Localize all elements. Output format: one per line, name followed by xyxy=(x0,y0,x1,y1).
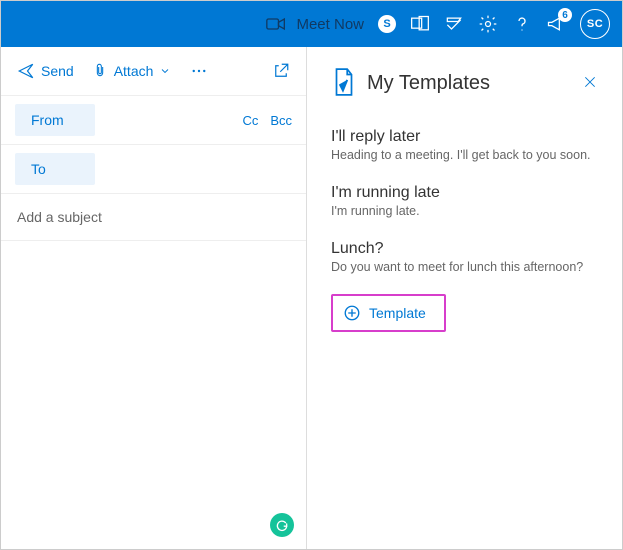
grammarly-icon[interactable] xyxy=(270,513,294,537)
subject-input[interactable] xyxy=(15,208,296,226)
template-item[interactable]: I'm running late I'm running late. xyxy=(331,176,598,228)
app-window: Meet Now S 6 SC Send xyxy=(0,0,623,550)
template-title: I'll reply later xyxy=(331,128,598,146)
bcc-button[interactable]: Bcc xyxy=(270,113,292,128)
announcements-icon[interactable]: 6 xyxy=(546,14,566,34)
teams-icon[interactable] xyxy=(410,14,430,34)
template-subtitle: Do you want to meet for lunch this after… xyxy=(331,260,598,274)
panel-header: My Templates xyxy=(331,67,598,100)
more-actions-button[interactable] xyxy=(185,58,213,84)
from-button[interactable]: From xyxy=(15,104,95,136)
template-subtitle: Heading to a meeting. I'll get back to y… xyxy=(331,148,598,162)
attach-label: Attach xyxy=(114,63,154,79)
to-row: To xyxy=(1,145,306,193)
settings-gear-icon[interactable] xyxy=(478,14,498,34)
compose-pane: Send Attach From xyxy=(1,47,307,549)
todo-icon[interactable] xyxy=(444,14,464,34)
templates-panel: My Templates I'll reply later Heading to… xyxy=(307,47,622,549)
chevron-down-icon xyxy=(159,65,171,77)
attach-button[interactable]: Attach xyxy=(88,58,176,84)
add-template-button[interactable]: Template xyxy=(331,294,446,332)
subject-row xyxy=(1,194,306,240)
cc-bcc-group: Cc Bcc xyxy=(242,113,292,128)
add-template-label: Template xyxy=(369,305,426,321)
template-subtitle: I'm running late. xyxy=(331,204,598,218)
video-icon[interactable] xyxy=(266,14,286,34)
notification-badge: 6 xyxy=(558,8,572,22)
user-avatar[interactable]: SC xyxy=(580,9,610,39)
compose-toolbar: Send Attach xyxy=(1,47,306,96)
message-body[interactable] xyxy=(1,241,306,549)
template-item[interactable]: I'll reply later Heading to a meeting. I… xyxy=(331,120,598,172)
plus-circle-icon xyxy=(343,304,361,322)
panel-title: My Templates xyxy=(367,72,490,95)
cc-button[interactable]: Cc xyxy=(242,113,258,128)
send-button[interactable]: Send xyxy=(13,58,78,84)
header-bar: Meet Now S 6 SC xyxy=(1,1,622,47)
send-label: Send xyxy=(41,63,74,79)
from-row: From Cc Bcc xyxy=(1,96,306,144)
help-icon[interactable] xyxy=(512,14,532,34)
close-panel-button[interactable] xyxy=(582,74,598,93)
skype-icon[interactable]: S xyxy=(378,15,396,33)
templates-icon xyxy=(331,67,357,100)
main-area: Send Attach From xyxy=(1,47,622,549)
meet-now-button[interactable]: Meet Now xyxy=(296,16,364,33)
popout-button[interactable] xyxy=(268,58,294,84)
template-title: Lunch? xyxy=(331,240,598,258)
template-item[interactable]: Lunch? Do you want to meet for lunch thi… xyxy=(331,232,598,284)
template-title: I'm running late xyxy=(331,184,598,202)
to-button[interactable]: To xyxy=(15,153,95,185)
